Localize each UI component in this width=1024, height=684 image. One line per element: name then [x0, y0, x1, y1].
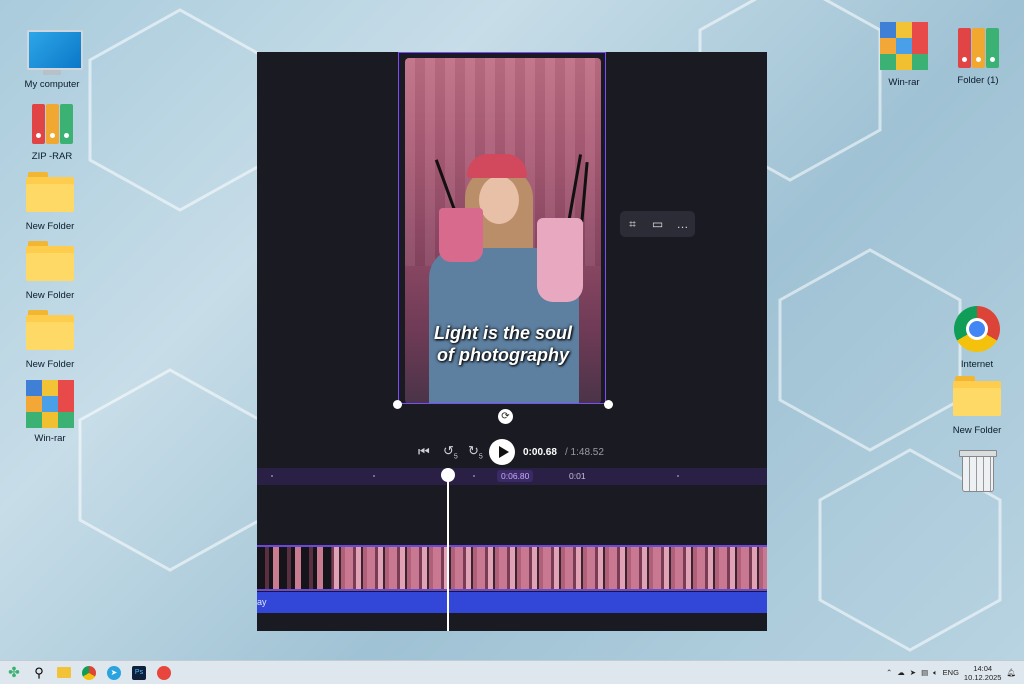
- network-icon[interactable]: ☁: [897, 668, 905, 677]
- rotate-icon[interactable]: ⟳: [498, 409, 513, 424]
- desktop-icon-new-folder-2[interactable]: New Folder: [14, 241, 86, 301]
- app-icon[interactable]: [153, 663, 175, 682]
- folder-icon: [25, 310, 75, 356]
- desktop-icon-win-rar[interactable]: Win-rar: [14, 380, 86, 444]
- archive-binders-icon: [27, 102, 77, 148]
- chevron-up-icon[interactable]: ⌃: [886, 668, 892, 677]
- current-time: 0:00.68: [523, 447, 557, 458]
- desktop-icon-label: New Folder: [25, 290, 75, 301]
- photoshop-icon[interactable]: Ps: [128, 663, 150, 682]
- playhead-handle[interactable]: [441, 468, 455, 482]
- resize-handle[interactable]: [604, 400, 613, 409]
- desktop-icon-label: Internet: [960, 359, 994, 370]
- system-tray: ⌃ ☁ ➤ ▤ 🔈︎ ENG 14:04 10.12.2025 🔔︎: [886, 661, 1016, 684]
- resize-handle[interactable]: [393, 400, 402, 409]
- desktop-icon-label: Win-rar: [888, 77, 920, 88]
- play-button[interactable]: [489, 439, 515, 465]
- desktop-icon-label: My computer: [24, 79, 80, 90]
- chrome-icon: [952, 306, 1002, 356]
- skip-to-start-icon[interactable]: ⏮: [418, 444, 430, 460]
- video-clip-track[interactable]: [257, 545, 767, 591]
- start-icon[interactable]: ✤: [3, 663, 25, 682]
- telegram-icon[interactable]: ➤: [103, 663, 125, 682]
- desktop-icon-label: Folder (1): [957, 75, 999, 86]
- folder-icon: [25, 241, 75, 287]
- computer-icon: [27, 30, 83, 76]
- rewind-5-icon[interactable]: ↺5: [443, 443, 458, 461]
- total-time: / 1:48.52: [565, 447, 604, 458]
- telegram-tray-icon[interactable]: ➤: [910, 668, 916, 677]
- element-context-toolbar: ⌗ ▭ …: [620, 211, 695, 237]
- fit-icon[interactable]: ▭: [649, 217, 667, 231]
- video-editor-window: Light is the soul of photography ⟳ ⌗ ▭ ……: [257, 52, 767, 631]
- winrar-icon: [25, 380, 75, 430]
- desktop-icon-label: New Folder: [25, 221, 75, 232]
- notification-bell-icon[interactable]: 🔔︎: [1006, 668, 1016, 677]
- drink-cup: [439, 208, 483, 262]
- desktop-icon-recycle-bin[interactable]: [941, 446, 1013, 495]
- archive-binders-icon: [953, 26, 1003, 72]
- desktop-icon-internet[interactable]: Internet: [941, 306, 1013, 370]
- timeline-ruler[interactable]: 0:06.80 0:01: [257, 468, 767, 485]
- recycle-bin-icon: [952, 446, 1002, 492]
- drink-cup: [537, 218, 583, 302]
- audio-clip-track[interactable]: ay: [257, 592, 767, 613]
- forward-5-icon[interactable]: ↻5: [468, 443, 483, 461]
- playhead[interactable]: [447, 468, 449, 631]
- language-indicator[interactable]: ENG: [943, 668, 959, 677]
- search-icon[interactable]: ⚲: [28, 663, 50, 682]
- desktop-icon-label: New Folder: [25, 359, 75, 370]
- volume-icon[interactable]: 🔈︎: [933, 668, 938, 678]
- audio-track-label: ay: [257, 597, 267, 607]
- desktop-icon-new-folder-right[interactable]: New Folder: [941, 376, 1013, 436]
- folder-icon: [952, 376, 1002, 422]
- caption-line-2[interactable]: of photography: [405, 344, 601, 366]
- desktop-icon-new-folder-1[interactable]: New Folder: [14, 172, 86, 232]
- desktop-icon-label: New Folder: [952, 425, 1002, 436]
- chrome-icon[interactable]: [78, 663, 100, 682]
- winrar-icon: [879, 22, 929, 74]
- red-cap: [467, 154, 527, 178]
- desktop-icon-win-rar-right[interactable]: Win-rar: [868, 22, 940, 88]
- taskbar: ✤ ⚲ ➤ Ps ⌃ ☁ ➤ ▤ 🔈︎ ENG 14:04 10.12.2025…: [0, 660, 1024, 684]
- desktop-icon-label: Win-rar: [34, 433, 66, 444]
- desktop-icon-zip-rar[interactable]: ZIP -RAR: [16, 102, 88, 162]
- more-options-icon[interactable]: …: [674, 217, 692, 231]
- ruler-label: 0:01: [569, 471, 586, 481]
- video-preview[interactable]: Light is the soul of photography: [405, 58, 601, 404]
- desktop-icon-my-computer[interactable]: My computer: [16, 30, 88, 90]
- playback-controls: ⏮ ↺5 ↻5 0:00.68 / 1:48.52: [257, 436, 767, 468]
- desktop-icon-new-folder-3[interactable]: New Folder: [14, 310, 86, 370]
- file-explorer-icon[interactable]: [53, 663, 75, 682]
- desktop-icon-folder-1[interactable]: Folder (1): [942, 26, 1014, 86]
- caption-line-1[interactable]: Light is the soul: [405, 322, 601, 344]
- desktop-icon-label: ZIP -RAR: [31, 151, 73, 162]
- clock[interactable]: 14:04 10.12.2025: [964, 664, 1002, 682]
- folder-icon: [25, 172, 75, 218]
- playhead-time-marker: 0:06.80: [497, 470, 534, 482]
- crop-icon[interactable]: ⌗: [624, 217, 642, 232]
- wifi-icon[interactable]: ▤: [921, 668, 928, 677]
